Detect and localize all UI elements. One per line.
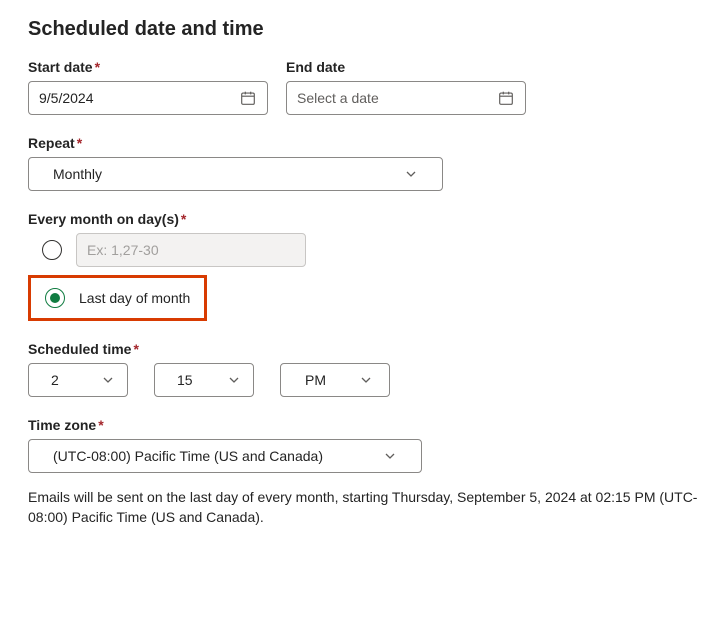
timezone-select[interactable]: (UTC-08:00) Pacific Time (US and Canada) — [28, 439, 422, 473]
timezone-label: Time zone* — [28, 417, 699, 433]
chevron-down-icon — [383, 449, 397, 463]
repeat-select[interactable]: Monthly — [28, 157, 443, 191]
chevron-down-icon — [101, 373, 115, 387]
month-days-label: Every month on day(s)* — [28, 211, 699, 227]
ampm-select[interactable]: PM — [280, 363, 390, 397]
section-heading: Scheduled date and time — [28, 18, 699, 41]
chevron-down-icon — [359, 373, 373, 387]
end-date-label: End date — [286, 59, 526, 75]
repeat-label: Repeat* — [28, 135, 699, 151]
specific-days-input[interactable]: Ex: 1,27-30 — [76, 233, 306, 267]
calendar-icon — [239, 89, 257, 107]
radio-specific-days[interactable] — [42, 240, 62, 260]
helper-text: Emails will be sent on the last day of e… — [28, 487, 699, 528]
chevron-down-icon — [404, 167, 418, 181]
chevron-down-icon — [227, 373, 241, 387]
radio-last-day[interactable] — [45, 288, 65, 308]
radio-last-day-label: Last day of month — [79, 290, 190, 306]
hour-select[interactable]: 2 — [28, 363, 128, 397]
highlight-last-day: Last day of month — [28, 275, 207, 321]
end-date-input[interactable]: Select a date — [286, 81, 526, 115]
calendar-icon — [497, 89, 515, 107]
minute-select[interactable]: 15 — [154, 363, 254, 397]
start-date-input[interactable]: 9/5/2024 — [28, 81, 268, 115]
scheduled-time-label: Scheduled time* — [28, 341, 699, 357]
start-date-label: Start date* — [28, 59, 268, 75]
